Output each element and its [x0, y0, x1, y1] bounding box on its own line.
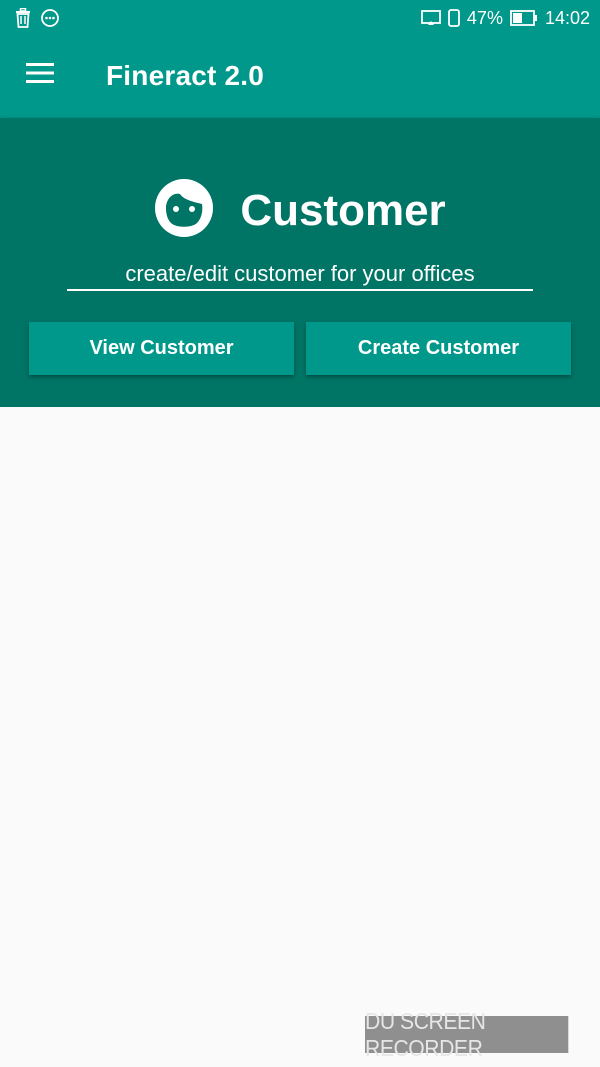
menu-button[interactable]	[18, 53, 62, 97]
clock: 14:02	[544, 7, 590, 28]
screen-recorder-watermark: DU SCREEN RECORDER	[365, 1008, 569, 1061]
phone-icon	[448, 9, 460, 27]
view-customer-button[interactable]: View Customer	[29, 322, 294, 375]
card-subtitle: create/edit customer for your offices	[125, 261, 475, 286]
status-left-icons	[14, 8, 60, 28]
face-icon	[154, 178, 214, 243]
trash-icon	[14, 8, 32, 28]
card-heading: Customer	[240, 185, 446, 235]
subtitle-underlined: create/edit customer for your offices	[67, 259, 533, 291]
status-right-icons: 47% 14:02	[421, 0, 590, 36]
status-bar: 47% 14:02	[0, 0, 600, 36]
cast-icon	[421, 10, 441, 26]
app-bar: Fineract 2.0	[0, 36, 600, 118]
chat-bubble-icon	[40, 8, 60, 28]
battery-icon	[510, 10, 538, 26]
customer-card: Customer create/edit customer for your o…	[0, 118, 600, 407]
card-heading-row: Customer	[0, 178, 600, 243]
content-area	[0, 407, 600, 1067]
app-title: Fineract 2.0	[106, 60, 265, 91]
hamburger-menu-icon	[25, 62, 55, 89]
battery-level: 47%	[466, 7, 503, 28]
create-customer-button[interactable]: Create Customer	[306, 322, 571, 375]
